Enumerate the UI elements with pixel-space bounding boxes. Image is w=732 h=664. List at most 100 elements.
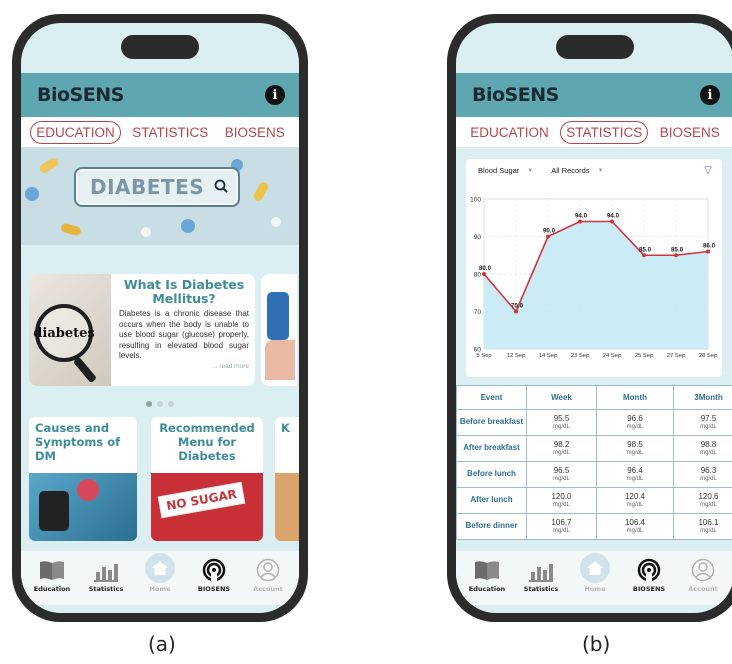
table-header: Event (456, 385, 527, 410)
cell-value: 98.2 (553, 440, 570, 450)
value-cell: 98.2 mg/dL (526, 435, 597, 462)
cell-value: 96.3 (700, 466, 717, 476)
next-article-card[interactable] (261, 274, 297, 386)
category-card-menu[interactable]: Recommended Menu for Diabetes NO SUGAR (151, 417, 263, 541)
data-label: 94.0 (575, 213, 588, 220)
x-tick-label: 5 Sep (476, 353, 491, 359)
article-card[interactable]: diabetes What Is Diabetes Mellitus? Diab… (29, 274, 255, 386)
read-more-link[interactable]: ... read more (119, 363, 249, 370)
app-logo: BioSENS (472, 84, 559, 106)
table-row: After breakfast 98.2 mg/dL 98.5 mg/dL 98.8 mg/… (456, 435, 732, 462)
pager-dot[interactable] (157, 401, 163, 407)
info-icon[interactable]: i (700, 85, 720, 105)
data-label: 70.0 (511, 303, 524, 310)
data-point (482, 272, 486, 276)
cell-value: 96.6 (627, 414, 643, 424)
nav-statistics[interactable]: Statistics (517, 557, 565, 593)
x-tick-label: 23 Sep (571, 353, 589, 359)
table-row: After lunch 120.0 mg/dL 120.4 mg/dL 120.6 mg/d… (456, 487, 732, 514)
value-cell: 120.6 mg/dL (673, 487, 732, 514)
pager-dot[interactable] (168, 401, 174, 407)
category-card-peek[interactable]: K (275, 417, 299, 541)
category-image: NO SUGAR (151, 473, 263, 541)
pager-dot[interactable] (146, 401, 152, 407)
category-title: Causes and Symptoms of DM (35, 421, 121, 463)
event-cell: Before lunch (456, 461, 527, 488)
tab-bar: EDUCATION STATISTICS BIOSENS (456, 117, 732, 147)
user-icon (253, 557, 283, 583)
tab-biosens[interactable]: BIOSENS (220, 122, 290, 143)
search-icon[interactable] (214, 179, 228, 196)
cell-value: 98.8 (700, 440, 717, 450)
pill-decoration (252, 180, 270, 203)
article-image: diabetes (29, 274, 111, 386)
cell-value: 98.5 (627, 440, 643, 450)
article-text: Diabetes is a chronic disease that occur… (119, 309, 249, 361)
cell-unit: mg/dL (700, 527, 717, 534)
nav-biosens[interactable]: BIOSENS (625, 557, 673, 593)
nav-home[interactable]: Home (136, 553, 184, 593)
cell-value: 96.4 (627, 466, 643, 476)
cell-unit: mg/dL (700, 475, 717, 482)
screen-statistics: BioSENS i EDUCATION STATISTICS BIOSENS B… (456, 23, 732, 613)
x-tick-label: 14 Sep (539, 353, 557, 359)
cell-value: 97.5 (700, 414, 717, 424)
y-tick-label: 80 (474, 272, 482, 279)
nav-statistics[interactable]: Statistics (82, 557, 130, 593)
value-cell: 96.6 mg/dL (596, 409, 674, 436)
tab-education[interactable]: EDUCATION (30, 120, 121, 144)
data-point (514, 309, 518, 314)
glucose-meter-image (267, 292, 289, 340)
value-cell: 120.0 mg/dL (526, 487, 597, 514)
bar-chart-icon (91, 557, 121, 583)
value-cell: 97.5 mg/dL (673, 409, 732, 436)
value-cell: 106.7 mg/dL (526, 513, 597, 540)
table-header[interactable]: Month (596, 385, 674, 410)
data-point (642, 253, 646, 258)
event-cell: Before dinner (456, 513, 527, 540)
table-header[interactable]: 3Month (673, 385, 732, 410)
tab-statistics[interactable]: STATISTICS (560, 120, 649, 144)
data-point (578, 219, 582, 224)
x-tick-label: 25 Sep (635, 353, 653, 359)
tab-education[interactable]: EDUCATION (465, 122, 554, 143)
data-label: 86.0 (703, 243, 716, 250)
event-cell: After breakfast (456, 435, 527, 462)
nav-biosens[interactable]: BIOSENS (190, 557, 238, 593)
cell-unit: mg/dL (553, 501, 570, 508)
app-header: BioSENS i (21, 73, 299, 117)
info-icon[interactable]: i (265, 85, 285, 105)
cell-value: 96.5 (553, 466, 570, 476)
app-header: BioSENS i (456, 73, 732, 117)
cell-unit: mg/dL (553, 423, 570, 430)
book-icon (472, 557, 502, 583)
search-box[interactable]: DIABETES (74, 167, 240, 207)
chart-card: Blood Sugar ▼ All Records ▼ ▽ 60 70 80 90 10… (466, 159, 722, 377)
nav-home[interactable]: Home (571, 553, 619, 593)
table-header[interactable]: Week (526, 385, 597, 410)
cell-value: 120.4 (624, 492, 646, 502)
nav-account[interactable]: Account (244, 557, 292, 593)
nav-education[interactable]: Education (28, 557, 76, 593)
cell-unit: mg/dL (700, 423, 717, 430)
sensor-icon (199, 557, 229, 583)
y-tick-label: 100 (470, 197, 481, 204)
data-point (674, 253, 678, 258)
tab-biosens[interactable]: BIOSENS (655, 122, 725, 143)
notch (556, 35, 634, 59)
category-card-causes[interactable]: Causes and Symptoms of DM (29, 417, 137, 541)
category-image (29, 473, 137, 541)
cell-value: 95.5 (553, 414, 570, 424)
table-row: Before dinner 106.7 mg/dL 106.4 mg/dL 106.1 mg… (456, 513, 732, 540)
bottom-nav: Education Statistics Home BIOSENS Accoun… (456, 551, 732, 605)
cell-unit: mg/dL (553, 527, 570, 534)
caption-a: (a) (148, 632, 176, 656)
nav-education[interactable]: Education (463, 557, 511, 593)
nav-account[interactable]: Account (679, 557, 727, 593)
data-point (610, 219, 614, 224)
value-cell: 96.5 mg/dL (526, 461, 597, 488)
category-title: Recommended Menu for Diabetes (159, 421, 255, 463)
y-tick-label: 70 (474, 309, 482, 316)
phone-a: BioSENS i EDUCATION STATISTICS BIOSENS D… (12, 14, 308, 622)
tab-statistics[interactable]: STATISTICS (127, 122, 213, 143)
